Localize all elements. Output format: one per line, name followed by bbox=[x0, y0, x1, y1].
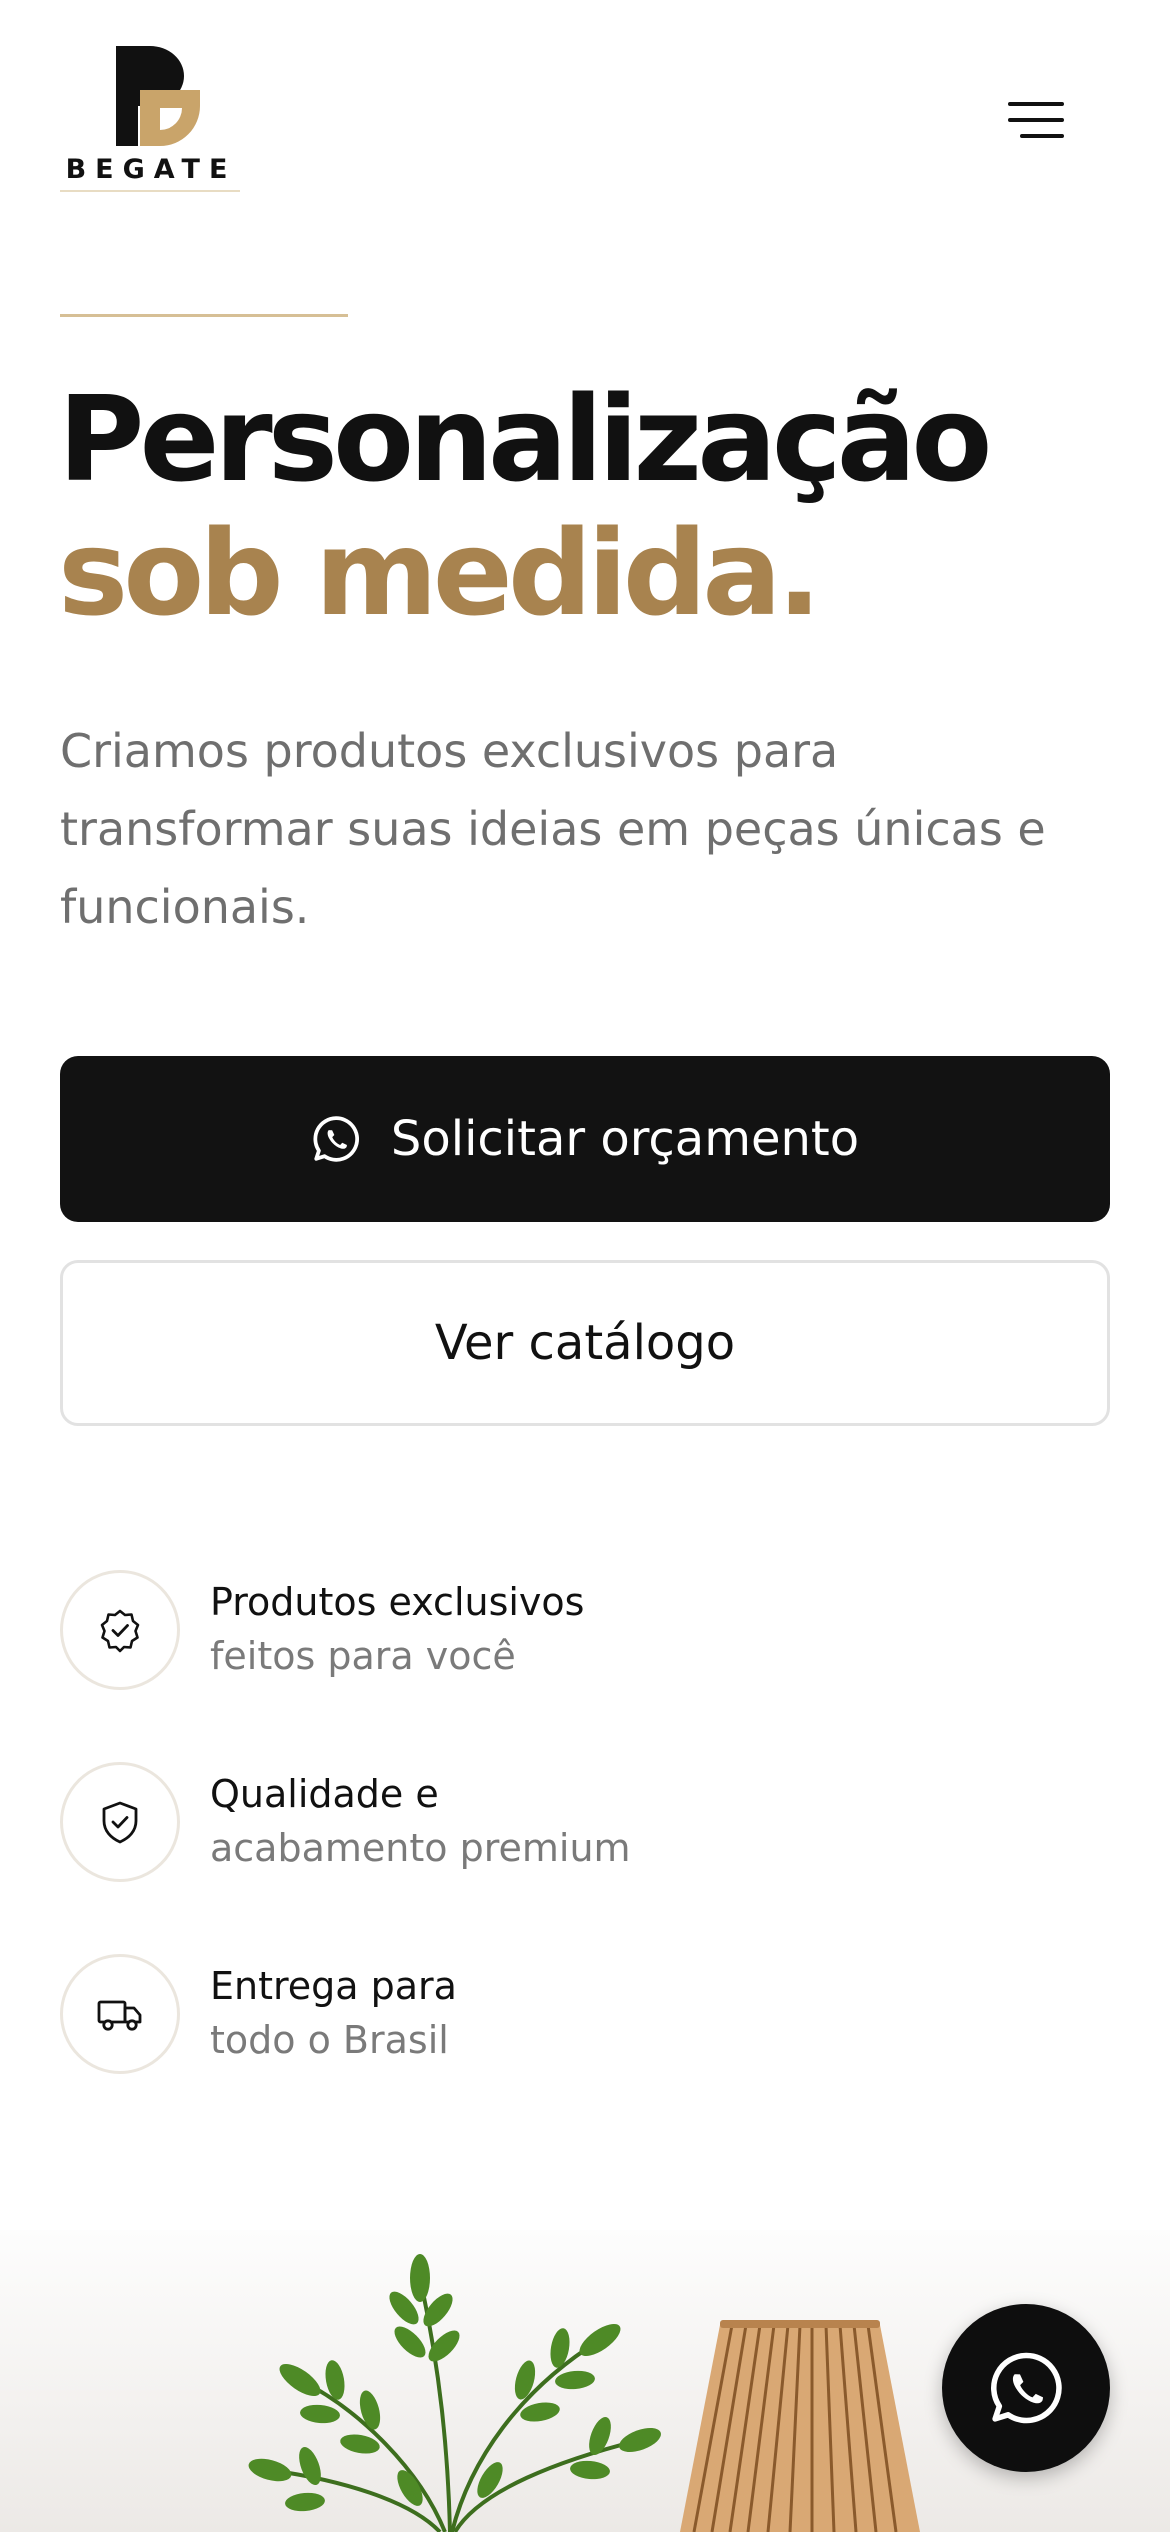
logo-mark-icon bbox=[116, 46, 200, 146]
request-quote-button[interactable]: Solicitar orçamento bbox=[60, 1056, 1110, 1222]
shield-check-icon bbox=[102, 1801, 138, 1844]
feature-item: Entrega para todo o Brasil bbox=[60, 1954, 1110, 2074]
check-badge-icon bbox=[100, 1609, 140, 1653]
view-catalog-label: Ver catálogo bbox=[434, 1315, 736, 1371]
whatsapp-floating-button[interactable] bbox=[942, 2304, 1110, 2472]
logo-wordmark: BEGATE bbox=[65, 154, 237, 185]
hamburger-menu-icon[interactable] bbox=[1004, 96, 1068, 144]
feature-icon-circle bbox=[60, 1570, 180, 1690]
hero-title-line2: sob medida. bbox=[58, 504, 822, 642]
feature-item: Qualidade e acabamento premium bbox=[60, 1762, 1110, 1882]
feature-title: Produtos exclusivos bbox=[210, 1580, 585, 1624]
site-header: BEGATE bbox=[0, 0, 1170, 220]
hero-subtitle: Criamos produtos exclusivos para transfo… bbox=[60, 724, 1046, 934]
view-catalog-button[interactable]: Ver catálogo bbox=[60, 1260, 1110, 1426]
feature-icon-circle bbox=[60, 1954, 180, 2074]
whatsapp-icon bbox=[991, 2352, 1062, 2424]
logo-underline bbox=[60, 190, 240, 192]
truck-icon bbox=[97, 2000, 142, 2031]
begate-logo[interactable]: BEGATE bbox=[60, 46, 242, 194]
feature-icon-circle bbox=[60, 1762, 180, 1882]
whatsapp-icon bbox=[313, 1116, 359, 1162]
feature-subtitle: feitos para você bbox=[210, 1634, 516, 1678]
request-quote-label: Solicitar orçamento bbox=[390, 1111, 860, 1167]
feature-title: Qualidade e bbox=[210, 1772, 439, 1816]
hero-title-line1: Personalização bbox=[58, 370, 993, 508]
accent-divider bbox=[60, 314, 348, 317]
hero-title: Personalização sob medida. bbox=[58, 372, 1118, 640]
feature-item: Produtos exclusivos feitos para você bbox=[60, 1570, 1110, 1690]
feature-subtitle: todo o Brasil bbox=[210, 2018, 449, 2062]
feature-subtitle: acabamento premium bbox=[210, 1826, 631, 1870]
feature-title: Entrega para bbox=[210, 1964, 457, 2008]
